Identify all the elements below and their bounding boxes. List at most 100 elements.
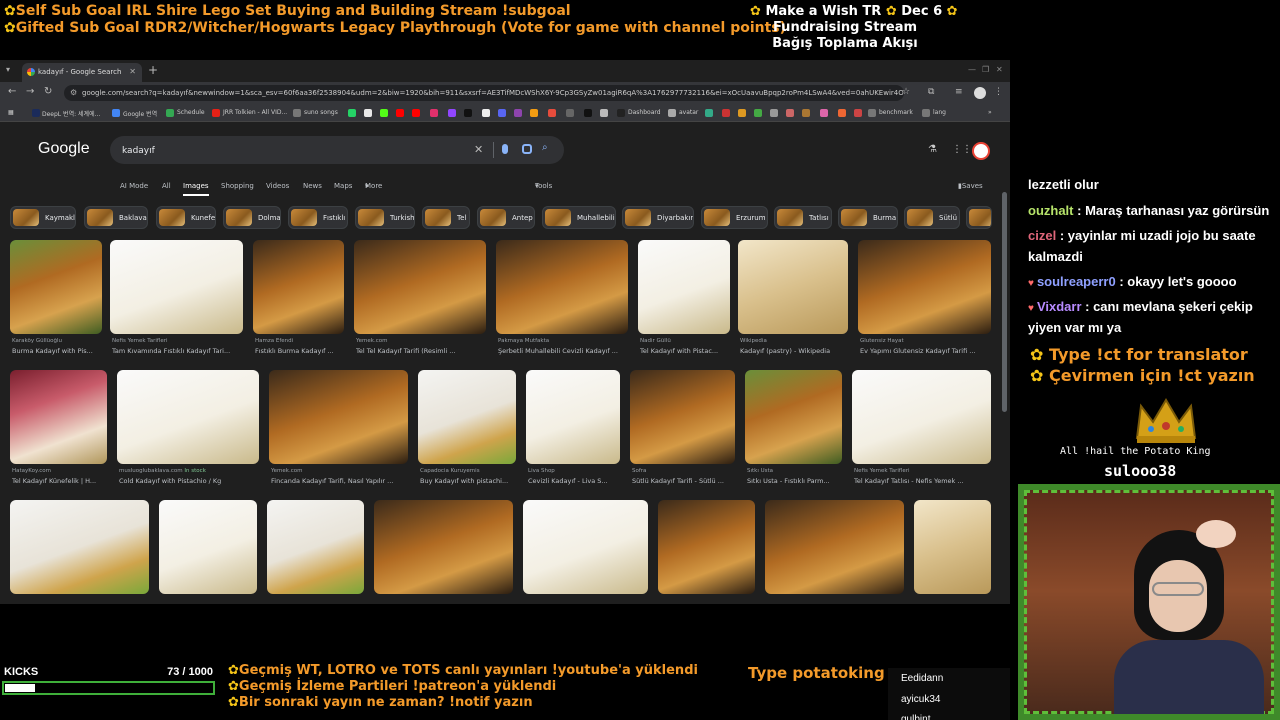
result-title[interactable]: Buy Kadayıf with pistachi...: [420, 477, 518, 485]
chip-dolma[interactable]: Dolma: [223, 206, 281, 229]
chip-turkish[interactable]: Turkish: [355, 206, 415, 229]
bookmark-icon[interactable]: [530, 109, 538, 117]
back-icon[interactable]: ←: [8, 86, 16, 97]
bookmark-icon[interactable]: [548, 109, 556, 117]
bookmark-icon[interactable]: [738, 109, 746, 117]
chip-erzurum[interactable]: Erzurum: [701, 206, 768, 229]
tab-maps[interactable]: Maps: [334, 182, 352, 190]
result-title[interactable]: Sıtkı Usta - Fıstıklı Parm...: [747, 477, 843, 485]
chip-more[interactable]: [966, 206, 992, 229]
forward-icon[interactable]: →: [26, 86, 34, 97]
bookmark-suno[interactable]: suno songs: [304, 109, 338, 116]
chip-tel[interactable]: Tel: [422, 206, 470, 229]
bookmark-icon[interactable]: [364, 109, 372, 117]
bookmark-icon[interactable]: [722, 109, 730, 117]
patreon-icon[interactable]: [482, 109, 490, 117]
chat-username[interactable]: soulreaperr0: [1037, 274, 1116, 289]
bookmark-icon[interactable]: [514, 109, 522, 117]
twitch-icon[interactable]: [448, 109, 456, 117]
page-scrollbar[interactable]: [1002, 192, 1007, 412]
result-title[interactable]: Tel Kadayıf Künefelik | H...: [12, 477, 108, 485]
instagram-icon[interactable]: [430, 109, 438, 117]
tab-search-icon[interactable]: ▾: [6, 65, 10, 74]
result-title[interactable]: Burma Kadayıf with Pis...: [12, 347, 102, 355]
result-title[interactable]: Fincanda Kadayıf Tarifi, Nasıl Yapılır .…: [271, 477, 409, 485]
result-title[interactable]: Tel Tel Kadayıf Tarifi (Resimli ...: [356, 347, 486, 355]
site-info-icon[interactable]: ⚙: [70, 88, 77, 97]
tab-videos[interactable]: Videos: [266, 182, 289, 190]
result-image[interactable]: [630, 370, 735, 464]
bookmark-icon[interactable]: [705, 109, 713, 117]
tab-google-search[interactable]: kadayıf - Google Search ✕: [22, 63, 142, 82]
bookmark-icon[interactable]: [584, 109, 592, 117]
result-title[interactable]: Sütlü Kadayıf Tarifi - Sütlü ...: [632, 477, 736, 485]
reload-icon[interactable]: ↻: [44, 86, 52, 97]
chip-baklava[interactable]: Baklava: [84, 206, 148, 229]
apps-grid-icon[interactable]: ⋮⋮: [952, 144, 972, 155]
bookmark-icon[interactable]: [838, 109, 846, 117]
result-image[interactable]: [765, 500, 904, 594]
result-title[interactable]: Kadayıf (pastry) - Wikipedia: [740, 347, 850, 355]
extensions-icon[interactable]: ⧉: [928, 87, 934, 97]
media-icon[interactable]: ≡: [955, 87, 963, 97]
chip-tatlisi[interactable]: Tatlısı: [774, 206, 832, 229]
bookmark-tolkien[interactable]: JRR Tolkien - All VID...: [223, 109, 287, 116]
profile-avatar[interactable]: [974, 87, 986, 99]
youtube-icon[interactable]: [396, 109, 404, 117]
chip-antep[interactable]: Antep: [477, 206, 535, 229]
google-logo[interactable]: Google: [38, 140, 90, 158]
result-image[interactable]: [159, 500, 257, 594]
result-image[interactable]: [523, 500, 648, 594]
chat-username[interactable]: cizel: [1028, 228, 1056, 243]
tab-shopping[interactable]: Shopping: [221, 182, 254, 190]
tools-button[interactable]: Tools ▾: [535, 182, 552, 190]
tab-images[interactable]: Images: [183, 182, 209, 190]
result-title[interactable]: Ev Yapımı Glutensiz Kadayıf Tarifi ...: [860, 347, 990, 355]
search-icon[interactable]: ⌕: [542, 142, 548, 153]
bookmark-icon[interactable]: [770, 109, 778, 117]
apps-icon[interactable]: ▦: [8, 109, 14, 116]
result-image[interactable]: [10, 240, 102, 334]
chip-burma[interactable]: Burma: [838, 206, 898, 229]
tab-news[interactable]: News: [303, 182, 322, 190]
tab-ai-mode[interactable]: AI Mode: [120, 182, 148, 190]
chip-fistikli[interactable]: Fıstıklı: [288, 206, 348, 229]
result-image[interactable]: [374, 500, 513, 594]
result-image[interactable]: [658, 500, 755, 594]
menu-icon[interactable]: ⋮: [994, 87, 1003, 97]
result-title[interactable]: Tel Kadayıf Tatlısı - Nefis Yemek ...: [854, 477, 992, 485]
result-image[interactable]: [852, 370, 991, 464]
result-title[interactable]: Tel Kadayıf with Pistac...: [640, 347, 730, 355]
result-image[interactable]: [745, 370, 842, 464]
chip-kunefe[interactable]: Kunefe: [156, 206, 216, 229]
bookmark-icon[interactable]: [754, 109, 762, 117]
bookmark-icon[interactable]: [566, 109, 574, 117]
account-avatar[interactable]: [972, 142, 990, 160]
result-title[interactable]: Fıstıklı Burma Kadayıf ...: [255, 347, 345, 355]
whatsapp-icon[interactable]: [348, 109, 356, 117]
result-image[interactable]: [418, 370, 516, 464]
youtube-icon[interactable]: [412, 109, 420, 117]
maximize-icon[interactable]: ❐: [982, 65, 989, 74]
result-image[interactable]: [269, 370, 408, 464]
result-image[interactable]: [526, 370, 620, 464]
kick-icon[interactable]: [380, 109, 388, 117]
tab-more[interactable]: More ▾: [365, 182, 382, 190]
saves-button[interactable]: ▮ Saves: [958, 182, 983, 190]
bookmark-benchmark[interactable]: benchmark: [879, 109, 913, 116]
result-image[interactable]: [354, 240, 486, 334]
bookmark-icon[interactable]: [854, 109, 862, 117]
new-tab-button[interactable]: +: [148, 63, 158, 77]
result-title[interactable]: Şerbetli Muhallebili Cevizli Kadayıf ...: [498, 347, 628, 355]
bookmark-star-icon[interactable]: ☆: [902, 87, 910, 97]
chat-username[interactable]: Vixdarr: [1037, 299, 1082, 314]
window-close-icon[interactable]: ✕: [996, 65, 1003, 74]
bookmark-dashboard[interactable]: Dashboard: [628, 109, 661, 116]
chip-kaymakli[interactable]: Kaymaklı: [10, 206, 76, 229]
voice-search-icon[interactable]: [502, 144, 508, 154]
chip-sutlu[interactable]: Sütlü: [904, 206, 960, 229]
bookmark-avatar[interactable]: avatar: [679, 109, 698, 116]
result-image[interactable]: [496, 240, 628, 334]
bookmark-icon[interactable]: [786, 109, 794, 117]
bookmark-google-translate[interactable]: Google 번역: [123, 109, 157, 118]
